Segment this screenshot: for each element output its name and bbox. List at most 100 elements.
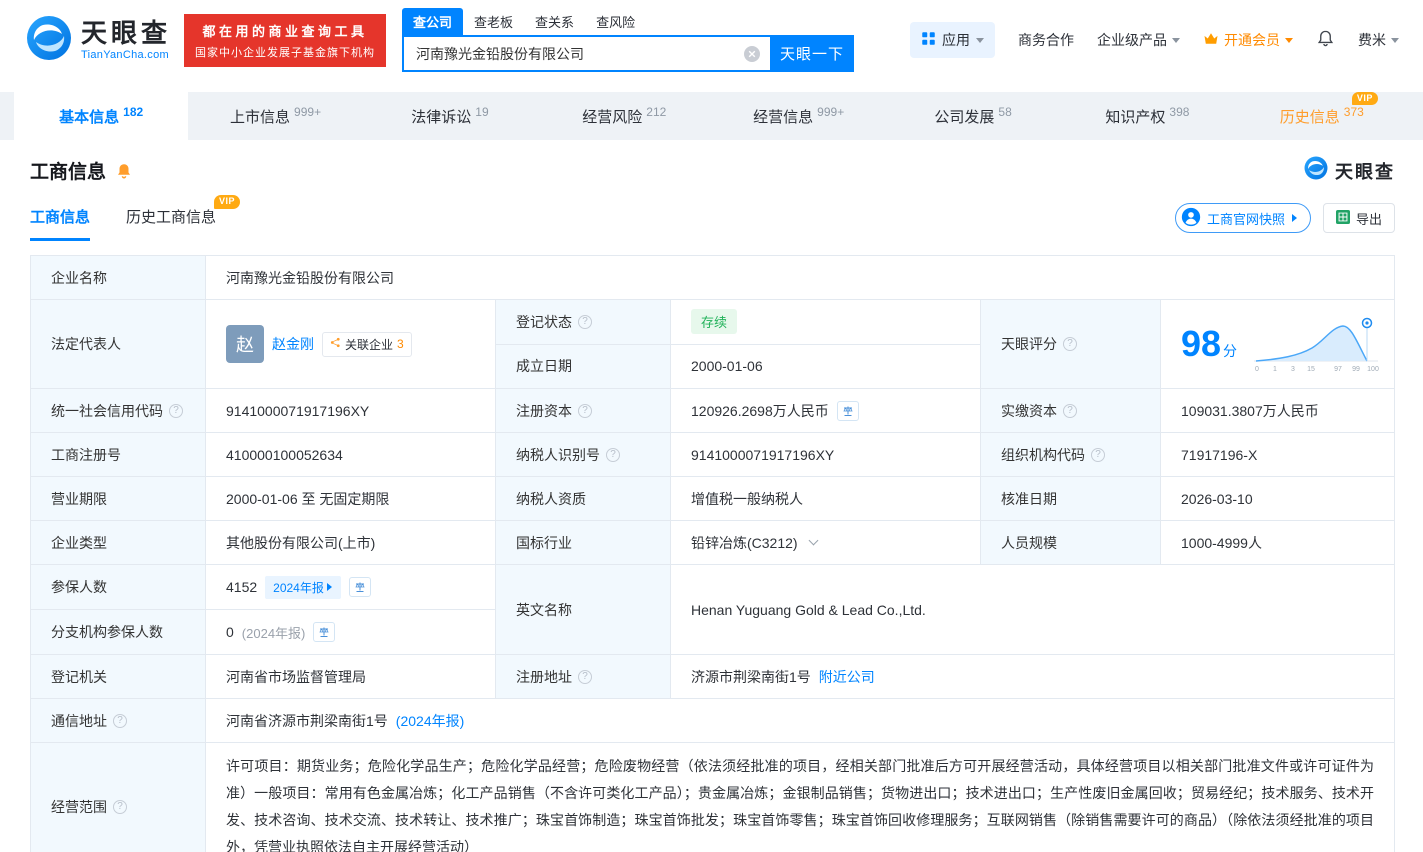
insured-count-label: 参保人数 — [31, 565, 206, 609]
tab-history-info[interactable]: VIP 历史信息 373 — [1235, 91, 1409, 140]
annual-report-link[interactable]: (2024年报) — [396, 711, 464, 731]
user-menu[interactable]: 费米 — [1358, 30, 1399, 50]
search-button[interactable]: 天眼一下 — [770, 35, 855, 72]
tab-operating-risk[interactable]: 经营风险 212 — [537, 92, 711, 140]
score-cell: 98 分 0 1 3 15 97 99 100 — [1161, 300, 1394, 388]
enterprise-products-label: 企业级产品 — [1097, 32, 1167, 48]
row-business-term: 营业期限 2000-01-06 至 无固定期限 纳税人资质 增值税一般纳税人 核… — [31, 477, 1394, 521]
english-name-label: 英文名称 — [496, 565, 671, 654]
reg-number-label: 工商注册号 — [31, 433, 206, 476]
search-tab-company[interactable]: 查公司 — [402, 8, 464, 35]
approve-date-label: 核准日期 — [981, 477, 1161, 520]
business-term-value: 2000-01-06 至 无固定期限 — [206, 477, 496, 520]
subtab-row: 工商信息 VIP 历史工商信息 工商官网快照 导出 — [0, 185, 1423, 241]
vip-upgrade-menu[interactable]: 开通会员 — [1203, 30, 1293, 50]
staff-size-value: 1000-4999人 — [1161, 521, 1394, 564]
legal-rep-name-link[interactable]: 赵金刚 — [272, 334, 314, 354]
help-icon[interactable] — [1063, 403, 1077, 418]
business-cooperation-label: 商务合作 — [1018, 32, 1074, 48]
reg-number-value: 410000100052634 — [206, 433, 496, 476]
establish-date-label: 成立日期 — [496, 344, 671, 388]
search-tab-boss[interactable]: 查老板 — [463, 8, 524, 35]
approve-date-value: 2026-03-10 — [1161, 477, 1394, 520]
person-avatar-icon — [1181, 207, 1201, 230]
apps-label: 应用 — [942, 32, 970, 48]
business-term-label: 营业期限 — [31, 477, 206, 520]
legal-rep-avatar[interactable]: 赵 — [226, 325, 264, 363]
subtab-business-info[interactable]: 工商信息 — [30, 206, 91, 241]
section-header: 工商信息 天眼查 — [0, 140, 1423, 185]
capital-compare-icon[interactable] — [836, 400, 859, 421]
branch-insured-compare-icon[interactable] — [313, 622, 336, 642]
brand-slogan: 都在用的商业查询工具 国家中小企业发展子基金旗下机构 — [184, 13, 387, 67]
tab-legal-proceedings[interactable]: 法律诉讼 19 — [363, 92, 537, 140]
svg-text:3: 3 — [1291, 366, 1295, 373]
paid-capital-label: 实缴资本 — [981, 389, 1161, 432]
annual-report-badge[interactable]: 2024年报 — [265, 575, 341, 599]
reg-authority-value: 河南省市场监督管理局 — [206, 655, 496, 698]
apps-menu[interactable]: 应用 — [910, 22, 995, 58]
help-icon[interactable] — [169, 403, 183, 418]
legal-rep-value: 赵 赵金刚 关联企业 3 — [206, 300, 496, 388]
arrow-right-icon — [326, 583, 336, 591]
nearby-companies-link[interactable]: 附近公司 — [819, 667, 875, 687]
chevron-down-icon — [1391, 38, 1399, 47]
row-business-scope: 经营范围 许可项目：期货业务；危险化学品生产；危险化学品经营；危险废物经营（依法… — [31, 743, 1394, 852]
chevron-down-icon — [976, 38, 984, 47]
row-mail-address: 通信地址 河南省济源市荆梁南街1号 (2024年报) — [31, 699, 1394, 743]
reg-authority-label: 登记机关 — [31, 655, 206, 698]
tab-company-development[interactable]: 公司发展 58 — [886, 92, 1060, 140]
vip-upgrade-label: 开通会员 — [1224, 32, 1280, 48]
business-info-table: 企业名称 河南豫光金铅股份有限公司 法定代表人 赵 赵金刚 关联企业 3 登记状… — [30, 255, 1395, 852]
section-watermark-logo: 天眼查 — [1304, 156, 1395, 185]
help-icon[interactable] — [113, 800, 127, 814]
tianyancha-logo-icon — [1304, 156, 1328, 185]
subtab-history-business-info[interactable]: VIP 历史工商信息 — [126, 195, 241, 241]
help-icon[interactable] — [578, 403, 592, 418]
org-code-label: 组织机构代码 — [981, 433, 1161, 476]
row-reg-number: 工商注册号 410000100052634 纳税人识别号 91410000719… — [31, 433, 1394, 477]
chevron-down-icon[interactable] — [808, 535, 819, 546]
help-icon[interactable] — [578, 314, 592, 329]
search-input[interactable] — [402, 35, 771, 72]
tab-intellectual-property[interactable]: 知识产权 398 — [1060, 92, 1234, 140]
tab-operating-info[interactable]: 经营信息 999+ — [712, 92, 886, 140]
tianyancha-logo[interactable]: 天眼查 TianYanCha.com — [26, 15, 171, 66]
svg-text:1: 1 — [1273, 366, 1277, 373]
export-label: 导出 — [1355, 211, 1382, 227]
link-nodes-icon — [330, 337, 341, 351]
search-tab-risk[interactable]: 查风险 — [585, 8, 646, 35]
clear-icon[interactable] — [744, 45, 761, 62]
brand-name: 天眼查 — [81, 17, 172, 48]
business-cooperation-link[interactable]: 商务合作 — [1018, 30, 1074, 50]
row-reg-authority: 登记机关 河南省市场监督管理局 注册地址 济源市荆梁南街1号 附近公司 — [31, 655, 1394, 699]
company-name-label: 企业名称 — [31, 256, 206, 299]
branch-insured-value: 0 (2024年报) — [206, 610, 496, 654]
credit-code-label: 统一社会信用代码 — [31, 389, 206, 432]
tab-listing-info[interactable]: 上市信息 999+ — [188, 92, 362, 140]
staff-size-label: 人员规模 — [981, 521, 1161, 564]
help-icon[interactable] — [113, 713, 127, 728]
related-companies-tag[interactable]: 关联企业 3 — [322, 331, 412, 357]
alarm-bell-icon[interactable] — [115, 162, 133, 180]
row-company-name: 企业名称 河南豫光金铅股份有限公司 — [31, 256, 1394, 300]
arrow-right-icon — [1291, 214, 1301, 222]
help-icon[interactable] — [578, 669, 592, 684]
help-icon[interactable] — [1091, 447, 1105, 462]
help-icon[interactable] — [1063, 337, 1077, 351]
notifications-bell[interactable] — [1316, 29, 1335, 51]
username-label: 费米 — [1358, 32, 1386, 48]
paid-capital-value: 109031.3807万人民币 — [1161, 389, 1394, 432]
export-button[interactable]: 导出 — [1322, 203, 1395, 233]
help-icon[interactable] — [606, 447, 620, 462]
tab-basic-info[interactable]: 基本信息 182 — [14, 92, 189, 140]
score-number: 98 分 — [1181, 323, 1238, 364]
enterprise-products-menu[interactable]: 企业级产品 — [1097, 30, 1180, 50]
vip-badge: VIP — [1351, 91, 1378, 106]
insured-compare-icon[interactable] — [348, 577, 371, 597]
search-tab-relation[interactable]: 查关系 — [524, 8, 585, 35]
svg-text:15: 15 — [1307, 366, 1315, 373]
official-snapshot-button[interactable]: 工商官网快照 — [1174, 203, 1311, 233]
score-distribution-chart: 0 1 3 15 97 99 100 — [1254, 317, 1379, 373]
company-name-value: 河南豫光金铅股份有限公司 — [206, 256, 1394, 299]
